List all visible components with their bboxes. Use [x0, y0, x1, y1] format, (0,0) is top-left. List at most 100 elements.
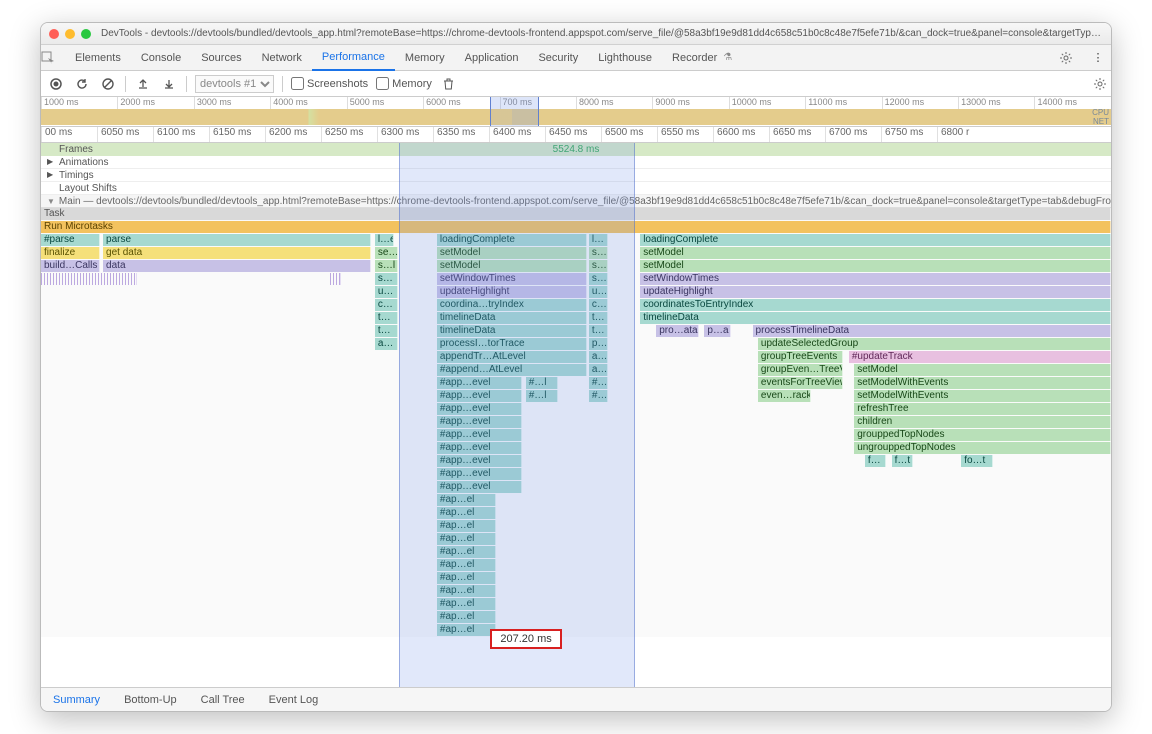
flame-bar[interactable]: l… — [589, 234, 608, 246]
flame-bar[interactable]: finalize — [41, 247, 100, 259]
flame-bar[interactable]: setModel — [640, 260, 1111, 272]
flame-bar[interactable]: #parse — [41, 234, 100, 246]
flame-bar[interactable]: #app…evel — [437, 468, 523, 480]
tab-security[interactable]: Security — [528, 45, 588, 71]
flame-bar[interactable]: data — [103, 260, 371, 272]
flame-bar[interactable]: #app…evel — [437, 377, 523, 389]
timeline-overview[interactable]: 1000 ms2000 ms3000 ms4000 ms5000 ms6000 … — [41, 97, 1111, 127]
flame-bar[interactable]: fo…t — [961, 455, 993, 467]
flame-bar[interactable]: groupEven…TreeView — [758, 364, 844, 376]
flame-bar[interactable]: timelineData — [640, 312, 1111, 324]
flame-bar[interactable]: #append…AtLevel — [437, 364, 587, 376]
flame-bar[interactable]: build…Calls — [41, 260, 100, 272]
flame-bar[interactable]: Run Microtasks — [41, 221, 1111, 233]
animations-track[interactable]: ▶Animations — [41, 156, 1111, 169]
flame-bar[interactable]: p…a — [704, 325, 731, 337]
tab-application[interactable]: Application — [455, 45, 529, 71]
flame-bar[interactable]: refreshTree — [854, 403, 1111, 415]
reload-icon[interactable] — [73, 75, 91, 93]
flame-bar[interactable]: setModel — [437, 260, 587, 272]
flame-bar[interactable]: l…e — [375, 234, 394, 246]
flame-bar[interactable]: pro…ata — [656, 325, 699, 337]
flame-bar[interactable]: #ap…el — [437, 533, 496, 545]
flame-bar[interactable]: setModel — [854, 364, 1111, 376]
flame-bar[interactable]: Task — [41, 208, 1111, 220]
flame-bar[interactable]: t… — [589, 325, 608, 337]
flame-bar[interactable]: s… — [375, 273, 399, 285]
flame-bar[interactable]: t… — [589, 312, 608, 324]
flame-bar[interactable]: #app…evel — [437, 455, 523, 467]
disclosure-icon[interactable]: ▶ — [47, 157, 53, 166]
download-icon[interactable] — [160, 75, 178, 93]
flame-bar[interactable]: get data — [103, 247, 371, 259]
layout-shifts-track[interactable]: Layout Shifts — [41, 182, 1111, 195]
flame-bar[interactable]: setModelWithEvents — [854, 390, 1111, 402]
tab-lighthouse[interactable]: Lighthouse — [588, 45, 662, 71]
details-tab-summary[interactable]: Summary — [41, 688, 112, 712]
flame-bar[interactable]: s… — [589, 260, 608, 272]
flame-bar[interactable]: #…l — [526, 377, 558, 389]
flame-bar[interactable]: #app…evel — [437, 442, 523, 454]
flame-chart[interactable]: TaskRun Microtasks#parseparse l…e loadingC… — [41, 208, 1111, 637]
flame-bar[interactable]: #ap…el — [437, 507, 496, 519]
clear-icon[interactable] — [99, 75, 117, 93]
flame-bar[interactable]: loadingComplete — [640, 234, 1111, 246]
flame-bar[interactable]: children — [854, 416, 1111, 428]
flame-bar[interactable]: coordinatesToEntryIndex — [640, 299, 1111, 311]
flame-bar[interactable]: #app…evel — [437, 403, 523, 415]
flame-bar[interactable]: c… — [375, 299, 399, 311]
minimize-button[interactable] — [65, 29, 75, 39]
capture-settings-icon[interactable] — [1093, 77, 1107, 91]
flame-bar[interactable]: #app…evel — [437, 481, 523, 493]
flame-bar[interactable]: even…rack — [758, 390, 812, 402]
flame-bar[interactable]: updateHighlight — [437, 286, 587, 298]
flame-bar[interactable]: #app…evel — [437, 429, 523, 441]
flame-bar[interactable]: #… — [589, 377, 608, 389]
flame-bar[interactable]: setWindowTimes — [437, 273, 587, 285]
flame-bar[interactable]: setModel — [437, 247, 587, 259]
tab-recorder[interactable]: Recorder — [662, 45, 727, 71]
flame-bar[interactable]: a… — [589, 364, 608, 376]
tab-console[interactable]: Console — [131, 45, 191, 71]
flame-bar[interactable]: f…t — [892, 455, 913, 467]
flame-bar[interactable]: timelineData — [437, 312, 587, 324]
record-icon[interactable] — [47, 75, 65, 93]
flame-bar[interactable]: se…l — [375, 247, 399, 259]
flame-bar[interactable]: s… — [589, 273, 608, 285]
flame-bar[interactable]: #ap…el — [437, 520, 496, 532]
upload-icon[interactable] — [134, 75, 152, 93]
flame-bar[interactable]: u… — [375, 286, 399, 298]
flame-bar[interactable]: loadingComplete — [437, 234, 587, 246]
flame-bar[interactable]: updateHighlight — [640, 286, 1111, 298]
flame-bar[interactable]: processTimelineData — [753, 325, 1111, 337]
flame-bar[interactable]: #ap…el — [437, 559, 496, 571]
flame-bar[interactable]: #ap…el — [437, 585, 496, 597]
profile-selector[interactable]: devtools #1 — [195, 75, 274, 93]
tab-network[interactable]: Network — [252, 45, 312, 71]
flame-bar[interactable]: c… — [589, 299, 608, 311]
inspect-element-icon[interactable] — [41, 51, 65, 65]
tab-sources[interactable]: Sources — [191, 45, 251, 71]
more-icon[interactable]: ⋮ — [1085, 51, 1111, 64]
overview-selection[interactable] — [490, 97, 538, 126]
flame-bar[interactable]: grouppedTopNodes — [854, 429, 1111, 441]
details-tab-call-tree[interactable]: Call Tree — [189, 688, 257, 712]
flame-bar[interactable]: #ap…el — [437, 611, 496, 623]
flame-bar[interactable]: s… — [589, 247, 608, 259]
flame-bar[interactable]: parse — [103, 234, 371, 246]
flame-bar[interactable]: #ap…el — [437, 598, 496, 610]
fullscreen-button[interactable] — [81, 29, 91, 39]
flame-bar[interactable]: timelineData — [437, 325, 587, 337]
flame-bar[interactable]: #ap…el — [437, 624, 496, 636]
flame-bar[interactable]: a… — [375, 338, 399, 350]
details-tab-event-log[interactable]: Event Log — [257, 688, 331, 712]
flame-bar[interactable]: coordina…tryIndex — [437, 299, 587, 311]
flame-bar[interactable]: #…l — [526, 390, 558, 402]
tab-elements[interactable]: Elements — [65, 45, 131, 71]
trash-icon[interactable] — [440, 75, 458, 93]
timings-track[interactable]: ▶Timings — [41, 169, 1111, 182]
frames-track[interactable]: Frames 5524.8 ms — [41, 143, 1111, 156]
flame-bar[interactable]: t… — [375, 312, 399, 324]
flame-bar[interactable]: a… — [589, 351, 608, 363]
flame-bar[interactable]: processI…torTrace — [437, 338, 587, 350]
